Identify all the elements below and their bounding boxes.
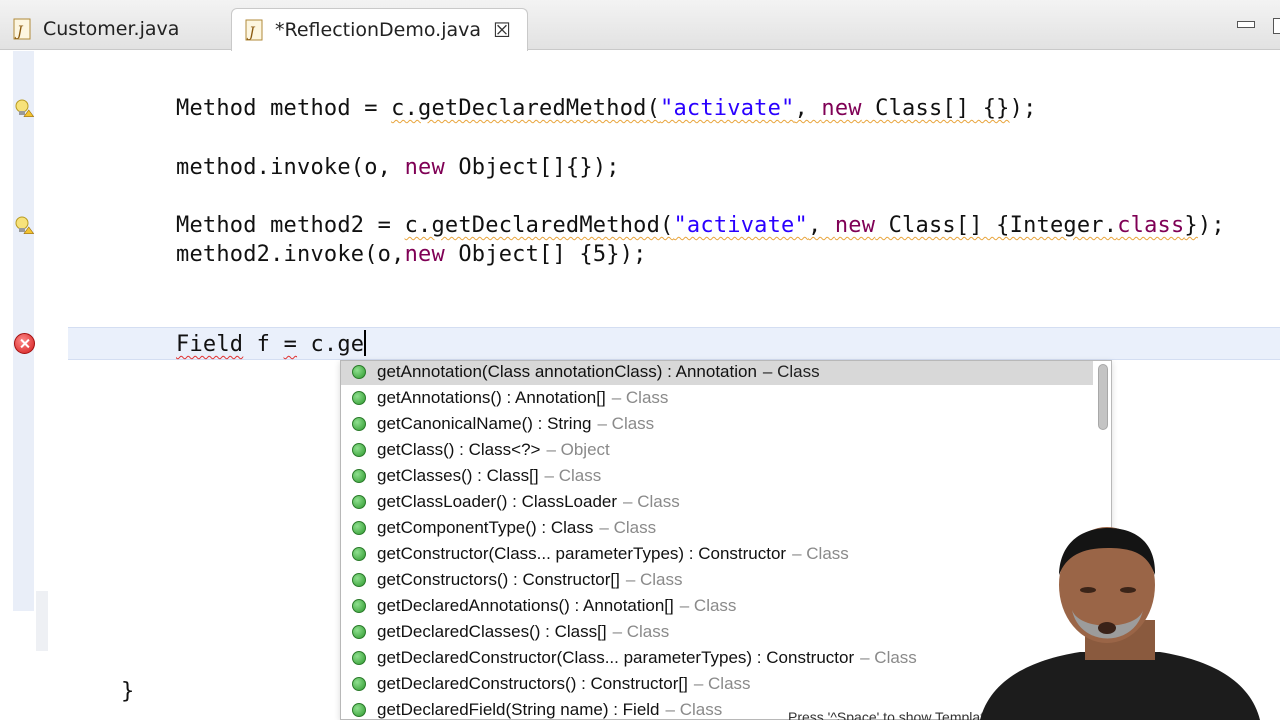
- proposal-signature: getClasses() : Class[]: [377, 466, 539, 485]
- tab-label: *ReflectionDemo.java: [275, 19, 482, 41]
- proposal-declaring-type: – Class: [625, 570, 683, 589]
- public-method-icon: [352, 495, 366, 509]
- code-line: Method method2 = c.getDeclaredMethod("ac…: [176, 213, 1225, 238]
- proposal-signature: getDeclaredClasses() : Class[]: [377, 622, 607, 641]
- proposal-item[interactable]: getClass() : Class<?> – Object: [341, 437, 1093, 463]
- presenter-video-overlay: [980, 527, 1260, 720]
- public-method-icon: [352, 573, 366, 587]
- overview-ruler: [36, 591, 48, 651]
- proposal-declaring-type: – Class: [792, 544, 849, 563]
- minimize-icon[interactable]: [1237, 21, 1255, 28]
- proposal-declaring-type: – Class: [693, 674, 751, 693]
- public-method-icon: [352, 443, 366, 457]
- proposal-signature: getDeclaredField(String name) : Field: [377, 700, 660, 719]
- code-line: Method method = c.getDeclaredMethod("act…: [176, 96, 1037, 121]
- proposal-signature: getCanonicalName() : String: [377, 414, 592, 433]
- proposal-item[interactable]: getAnnotations() : Annotation[] – Class: [341, 385, 1093, 411]
- public-method-icon: [352, 365, 366, 379]
- tab-customer-java[interactable]: J Customer.java: [0, 8, 230, 50]
- public-method-icon: [352, 651, 366, 665]
- public-method-icon: [352, 677, 366, 691]
- proposal-signature: getDeclaredConstructors() : Constructor[…: [377, 674, 688, 693]
- popup-scrollbar[interactable]: [1098, 364, 1108, 430]
- annotation-ruler: [13, 51, 34, 611]
- proposal-signature: getAnnotations() : Annotation[]: [377, 388, 606, 407]
- proposal-declaring-type: – Class: [762, 362, 820, 381]
- proposal-signature: getDeclaredAnnotations() : Annotation[]: [377, 596, 674, 615]
- tab-reflectiondemo-java[interactable]: J *ReflectionDemo.java ☒: [231, 8, 528, 51]
- proposal-item[interactable]: getCanonicalName() : String – Class: [341, 411, 1093, 437]
- proposal-declaring-type: – Class: [599, 518, 657, 537]
- proposal-declaring-type: – Class: [623, 492, 680, 511]
- proposal-signature: getAnnotation(Class annotationClass) : A…: [377, 362, 757, 381]
- code-line: method.invoke(o, new Object[]{});: [176, 155, 620, 180]
- tab-label: Customer.java: [43, 18, 180, 40]
- proposal-declaring-type: – Object: [546, 440, 610, 459]
- public-method-icon: [352, 547, 366, 561]
- java-file-icon: J: [10, 16, 36, 42]
- maximize-icon[interactable]: [1273, 18, 1280, 34]
- public-method-icon: [352, 599, 366, 613]
- proposal-signature: getClassLoader() : ClassLoader: [377, 492, 618, 511]
- proposal-item[interactable]: getAnnotation(Class annotationClass) : A…: [341, 361, 1093, 385]
- proposal-declaring-type: – Class: [544, 466, 602, 485]
- public-method-icon: [352, 391, 366, 405]
- java-file-icon: J: [242, 17, 268, 43]
- proposal-declaring-type: – Class: [612, 622, 670, 641]
- public-method-icon: [352, 417, 366, 431]
- proposal-declaring-type: – Class: [860, 648, 917, 667]
- proposal-declaring-type: – Class: [665, 700, 723, 719]
- public-method-icon: [352, 703, 366, 717]
- editor-tab-bar: J Customer.java J *ReflectionDemo.java ☒: [0, 0, 1280, 51]
- warning-lightbulb-icon[interactable]: [13, 98, 35, 118]
- public-method-icon: [352, 521, 366, 535]
- proposal-signature: getConstructors() : Constructor[]: [377, 570, 620, 589]
- warning-lightbulb-icon[interactable]: [13, 215, 35, 235]
- proposal-declaring-type: – Class: [597, 414, 655, 433]
- proposal-signature: getClass() : Class<?>: [377, 440, 541, 459]
- public-method-icon: [352, 469, 366, 483]
- closing-brace: }: [121, 679, 135, 704]
- code-line-current: Field f = c.ge: [176, 330, 367, 357]
- proposal-item[interactable]: getClasses() : Class[] – Class: [341, 463, 1093, 489]
- error-icon[interactable]: [14, 333, 35, 354]
- close-tab-icon[interactable]: ☒: [493, 18, 511, 42]
- code-line: method2.invoke(o,new Object[] {5});: [176, 242, 647, 267]
- public-method-icon: [352, 625, 366, 639]
- proposal-signature: getComponentType() : Class: [377, 518, 594, 537]
- text-caret: [364, 330, 367, 356]
- proposal-declaring-type: – Class: [611, 388, 669, 407]
- proposal-item[interactable]: getClassLoader() : ClassLoader – Class: [341, 489, 1093, 515]
- proposal-declaring-type: – Class: [679, 596, 737, 615]
- proposal-signature: getDeclaredConstructor(Class... paramete…: [377, 648, 855, 667]
- proposal-signature: getConstructor(Class... parameterTypes) …: [377, 544, 787, 563]
